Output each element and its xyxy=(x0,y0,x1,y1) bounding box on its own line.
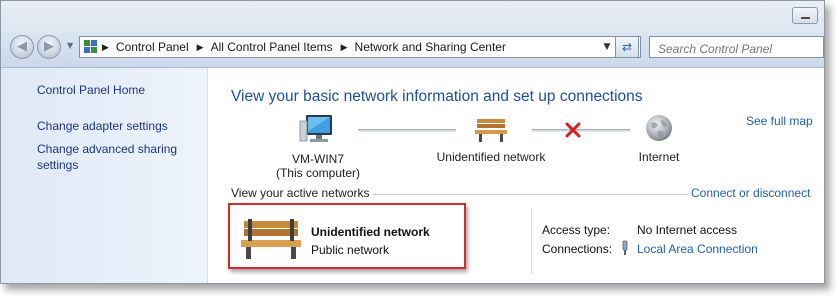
main-content: View your basic network information and … xyxy=(208,68,824,283)
sidebar-item-change-advanced-sharing[interactable]: Change advanced sharing xyxy=(37,141,177,157)
sidebar-item-change-advanced-sharing-cont[interactable]: settings xyxy=(37,157,78,173)
local-area-connection-link[interactable]: Local Area Connection xyxy=(637,242,758,256)
network-sharing-center-window: ◀ ▶ ▼ ▶ Control Panel ▶ All Control Panel I… xyxy=(0,0,825,284)
disconnected-x-icon xyxy=(565,122,581,138)
refresh-button[interactable]: ⇄ xyxy=(615,36,639,58)
bench-icon xyxy=(241,219,301,259)
map-computer-name: VM-WIN7 xyxy=(292,152,344,166)
forward-button[interactable]: ▶ xyxy=(37,35,61,59)
map-internet: Internet xyxy=(638,150,680,164)
minimize-icon xyxy=(801,17,810,19)
sidebar-item-control-panel-home[interactable]: Control Panel Home xyxy=(37,82,145,98)
see-full-map-link[interactable]: See full map xyxy=(746,114,813,128)
access-type-label: Access type: xyxy=(542,223,611,237)
address-dropdown-icon[interactable]: ▼ xyxy=(598,37,616,57)
active-network-type[interactable]: Public network xyxy=(311,243,389,257)
navigation-toolbar: ◀ ▶ ▼ ▶ Control Panel ▶ All Control Panel I… xyxy=(1,31,824,68)
refresh-icon: ⇄ xyxy=(621,40,633,54)
recent-pages-dropdown-icon[interactable]: ▼ xyxy=(67,41,73,50)
connect-or-disconnect-link[interactable]: Connect or disconnect xyxy=(691,186,810,200)
minimize-button[interactable] xyxy=(792,7,818,24)
back-button[interactable]: ◀ xyxy=(10,35,34,59)
map-computer-sub: (This computer) xyxy=(275,166,361,180)
breadcrumb-control-panel[interactable]: Control Panel xyxy=(116,40,189,54)
breadcrumb-separator-icon[interactable]: ▶ xyxy=(197,42,204,52)
breadcrumb-network-sharing-center[interactable]: Network and Sharing Center xyxy=(355,40,506,54)
network-adapter-icon xyxy=(622,240,628,255)
section-divider xyxy=(373,194,688,195)
breadcrumb-separator-icon[interactable]: ▶ xyxy=(341,42,348,52)
address-bar[interactable]: ▶ Control Panel ▶ All Control Panel Items ▶ N… xyxy=(79,36,641,58)
control-panel-icon xyxy=(84,40,98,54)
computer-icon[interactable] xyxy=(298,113,338,145)
bench-icon[interactable] xyxy=(474,115,508,143)
connection-line xyxy=(532,129,630,132)
globe-icon[interactable] xyxy=(644,113,674,143)
map-network-name: Unidentified network xyxy=(436,150,546,164)
breadcrumb: ▶ Control Panel ▶ All Control Panel Items ▶ N… xyxy=(102,40,506,54)
vertical-divider xyxy=(531,208,532,274)
active-networks-label: View your active networks xyxy=(231,186,370,200)
sidebar-item-change-adapter-settings[interactable]: Change adapter settings xyxy=(37,118,168,134)
page-title: View your basic network information and … xyxy=(231,88,643,105)
connections-label: Connections: xyxy=(542,242,613,256)
connection-line xyxy=(358,129,456,132)
active-network-name[interactable]: Unidentified network xyxy=(311,225,430,239)
search-input[interactable] xyxy=(649,36,824,58)
sidebar: Control Panel Home Change adapter settin… xyxy=(1,68,208,283)
title-bar xyxy=(1,1,824,31)
active-network-card[interactable]: Unidentified network Public network xyxy=(228,203,466,269)
breadcrumb-all-items[interactable]: All Control Panel Items xyxy=(211,40,333,54)
access-type-value: No Internet access xyxy=(637,223,738,237)
breadcrumb-separator-icon[interactable]: ▶ xyxy=(102,42,109,52)
